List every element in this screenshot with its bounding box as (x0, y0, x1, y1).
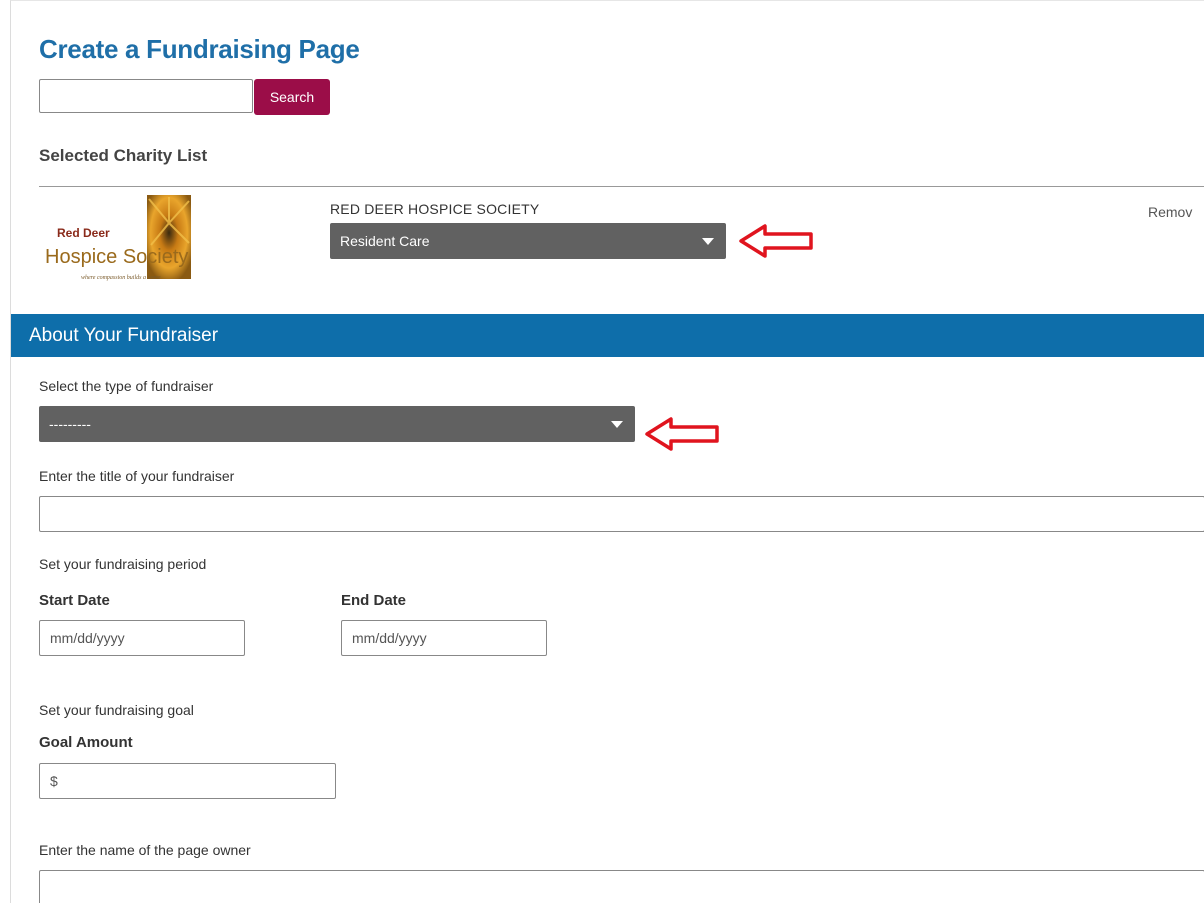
end-date-input[interactable]: mm/dd/yyyy (341, 620, 547, 656)
goal-amount-input[interactable]: $ (39, 763, 336, 799)
fundraiser-title-input[interactable] (39, 496, 1204, 532)
fundraiser-title-label: Enter the title of your fundraiser (39, 468, 235, 484)
charity-fund-select[interactable]: Resident Care (330, 223, 726, 259)
page-frame: Create a Fundraising Page Search Selecte… (10, 0, 1204, 903)
svg-text:Red Deer: Red Deer (57, 226, 110, 240)
fundraiser-type-select[interactable]: --------- (39, 406, 635, 442)
end-date-label: End Date (341, 592, 407, 609)
search-input[interactable] (39, 79, 253, 113)
charity-fund-select-value: Resident Care (340, 233, 430, 249)
start-date-placeholder: mm/dd/yyyy (50, 630, 125, 646)
fundraiser-type-select-value: --------- (49, 416, 91, 432)
fundraising-goal-label: Set your fundraising goal (39, 702, 194, 718)
caret-down-icon (702, 238, 714, 245)
end-date-placeholder: mm/dd/yyyy (352, 630, 427, 646)
start-date-input[interactable]: mm/dd/yyyy (39, 620, 245, 656)
charity-logo: Red Deer Hospice Society where compassio… (43, 193, 233, 289)
start-date-label: Start Date (39, 592, 110, 609)
page-title: Create a Fundraising Page (39, 34, 360, 64)
search-button[interactable]: Search (254, 79, 330, 115)
caret-down-icon (611, 421, 623, 428)
divider (39, 186, 1204, 187)
about-fundraiser-banner: About Your Fundraiser (11, 314, 1204, 357)
remove-charity-link[interactable]: Remov (1148, 204, 1192, 220)
page-owner-input[interactable] (39, 870, 1204, 903)
goal-currency-prefix: $ (50, 773, 58, 789)
charity-name: RED DEER HOSPICE SOCIETY (330, 201, 540, 217)
page-owner-label: Enter the name of the page owner (39, 842, 251, 858)
fundraising-period-label: Set your fundraising period (39, 556, 207, 572)
svg-text:Hospice Society: Hospice Society (45, 246, 188, 268)
svg-text:where compassion builds a home: where compassion builds a home (81, 275, 161, 281)
left-arrow-annotation-icon (739, 224, 813, 258)
selected-charity-heading: Selected Charity List (39, 146, 208, 165)
goal-amount-label: Goal Amount (39, 734, 133, 751)
left-arrow-annotation-icon (645, 417, 719, 451)
fundraiser-type-label: Select the type of fundraiser (39, 378, 214, 394)
